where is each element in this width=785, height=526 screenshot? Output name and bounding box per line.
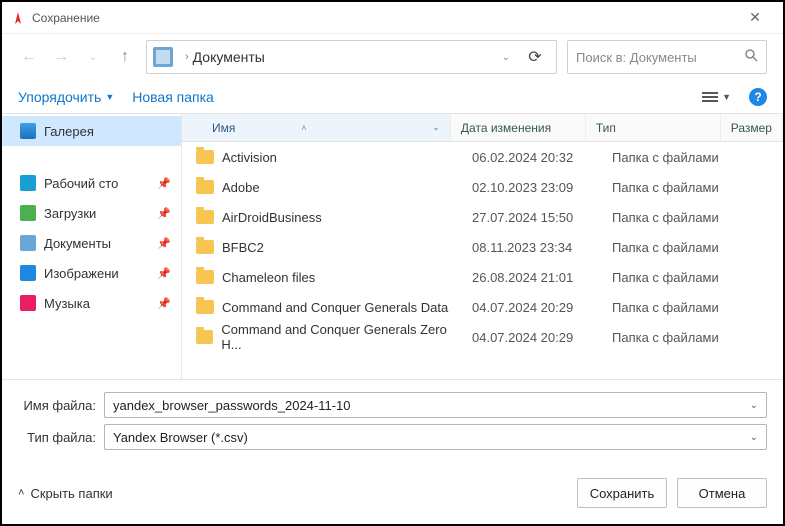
table-row[interactable]: Activision 06.02.2024 20:32 Папка с файл… — [182, 142, 783, 172]
chevron-down-icon[interactable]: ⌄ — [750, 432, 758, 443]
table-row[interactable]: Chameleon files 26.08.2024 21:01 Папка с… — [182, 262, 783, 292]
table-row[interactable]: Adobe 02.10.2023 23:09 Папка с файлами — [182, 172, 783, 202]
body: Галерея Рабочий сто📌Загрузки📌Документы📌И… — [2, 114, 783, 379]
new-folder-button[interactable]: Новая папка — [132, 89, 214, 105]
sidebar-item[interactable]: Документы📌 — [2, 228, 181, 258]
sidebar-item-gallery[interactable]: Галерея — [2, 116, 181, 146]
address-bar[interactable]: › Документы ⌄ ⟳ — [146, 40, 557, 74]
column-size[interactable]: Размер — [721, 114, 783, 141]
folder-icon — [20, 205, 36, 221]
folder-icon — [196, 210, 214, 224]
folder-icon — [196, 330, 213, 344]
back-button[interactable]: ← — [18, 46, 40, 68]
filename-label: Имя файла: — [18, 398, 104, 413]
recent-dropdown-icon[interactable]: ⌄ — [82, 46, 104, 68]
chevron-down-icon[interactable]: ⌄ — [502, 52, 510, 63]
form-area: Имя файла: yandex_browser_passwords_2024… — [2, 380, 783, 464]
folder-icon — [196, 240, 214, 254]
sidebar-item[interactable]: Музыка📌 — [2, 288, 181, 318]
table-row[interactable]: Command and Conquer Generals Zero H... 0… — [182, 322, 783, 352]
pin-icon: 📌 — [157, 207, 171, 220]
sidebar-item[interactable]: Загрузки📌 — [2, 198, 181, 228]
save-highlight: Сохранить — [577, 478, 667, 508]
file-pane: Имя ˄ ⌄ Дата изменения Тип Размер Activi… — [182, 114, 783, 379]
column-date[interactable]: Дата изменения — [451, 114, 586, 141]
hide-folders-button[interactable]: ˄ Скрыть папки — [18, 486, 113, 501]
sidebar: Галерея Рабочий сто📌Загрузки📌Документы📌И… — [2, 114, 182, 379]
save-button[interactable]: Сохранить — [577, 478, 667, 508]
up-button[interactable]: ↑ — [114, 46, 136, 68]
help-icon[interactable]: ? — [749, 88, 767, 106]
app-icon — [10, 10, 26, 26]
chevron-right-icon: › — [185, 51, 189, 63]
organize-button[interactable]: Упорядочить ▼ — [18, 89, 114, 105]
folder-icon — [20, 235, 36, 251]
folder-icon — [196, 150, 214, 164]
title-bar: Сохранение ✕ — [2, 2, 783, 34]
folder-icon — [196, 300, 214, 314]
chevron-up-icon: ˄ — [18, 487, 24, 499]
table-row[interactable]: Command and Conquer Generals Data 04.07.… — [182, 292, 783, 322]
table-row[interactable]: AirDroidBusiness 27.07.2024 15:50 Папка … — [182, 202, 783, 232]
column-name[interactable]: Имя ˄ ⌄ — [182, 114, 451, 141]
column-headers: Имя ˄ ⌄ Дата изменения Тип Размер — [182, 114, 783, 142]
filetype-select[interactable]: Yandex Browser (*.csv) ⌄ — [104, 424, 767, 450]
folder-icon — [153, 47, 173, 67]
nav-bar: ← → ⌄ ↑ › Документы ⌄ ⟳ Поиск в: Докумен… — [2, 34, 783, 80]
sidebar-item[interactable]: Рабочий сто📌 — [2, 168, 181, 198]
chevron-down-icon[interactable]: ⌄ — [750, 400, 758, 411]
folder-icon — [196, 180, 214, 194]
filename-input[interactable]: yandex_browser_passwords_2024-11-10 ⌄ — [104, 392, 767, 418]
chevron-down-icon[interactable]: ⌄ — [432, 122, 440, 133]
search-icon — [744, 48, 758, 67]
dialog-title: Сохранение — [32, 11, 735, 25]
folder-icon — [196, 270, 214, 284]
sort-asc-icon: ˄ — [301, 123, 306, 133]
folder-icon — [20, 265, 36, 281]
forward-button[interactable]: → — [50, 46, 72, 68]
table-row[interactable]: BFBC2 08.11.2023 23:34 Папка с файлами — [182, 232, 783, 262]
chevron-down-icon: ▼ — [722, 92, 731, 102]
toolbar: Упорядочить ▼ Новая папка ▼ ? — [2, 80, 783, 114]
pin-icon: 📌 — [157, 237, 171, 250]
save-dialog: Сохранение ✕ ← → ⌄ ↑ › Документы ⌄ ⟳ Пои… — [0, 0, 785, 526]
search-input[interactable]: Поиск в: Документы — [567, 40, 767, 74]
chevron-down-icon: ▼ — [105, 92, 114, 102]
folder-icon — [20, 175, 36, 191]
filetype-label: Тип файла: — [18, 430, 104, 445]
location-text: Документы — [193, 49, 502, 65]
column-type[interactable]: Тип — [586, 114, 721, 141]
pin-icon: 📌 — [157, 267, 171, 280]
view-mode-button[interactable]: ▼ — [702, 91, 731, 103]
sidebar-item[interactable]: Изображени📌 — [2, 258, 181, 288]
footer: ˄ Скрыть папки Сохранить Отмена — [2, 464, 783, 524]
close-icon[interactable]: ✕ — [735, 9, 775, 26]
cancel-button[interactable]: Отмена — [677, 478, 767, 508]
pin-icon: 📌 — [157, 297, 171, 310]
refresh-button[interactable]: ⟳ — [520, 47, 550, 67]
search-placeholder: Поиск в: Документы — [576, 50, 744, 65]
pin-icon: 📌 — [157, 177, 171, 190]
gallery-icon — [20, 123, 36, 139]
file-list[interactable]: Activision 06.02.2024 20:32 Папка с файл… — [182, 142, 783, 379]
folder-icon — [20, 295, 36, 311]
